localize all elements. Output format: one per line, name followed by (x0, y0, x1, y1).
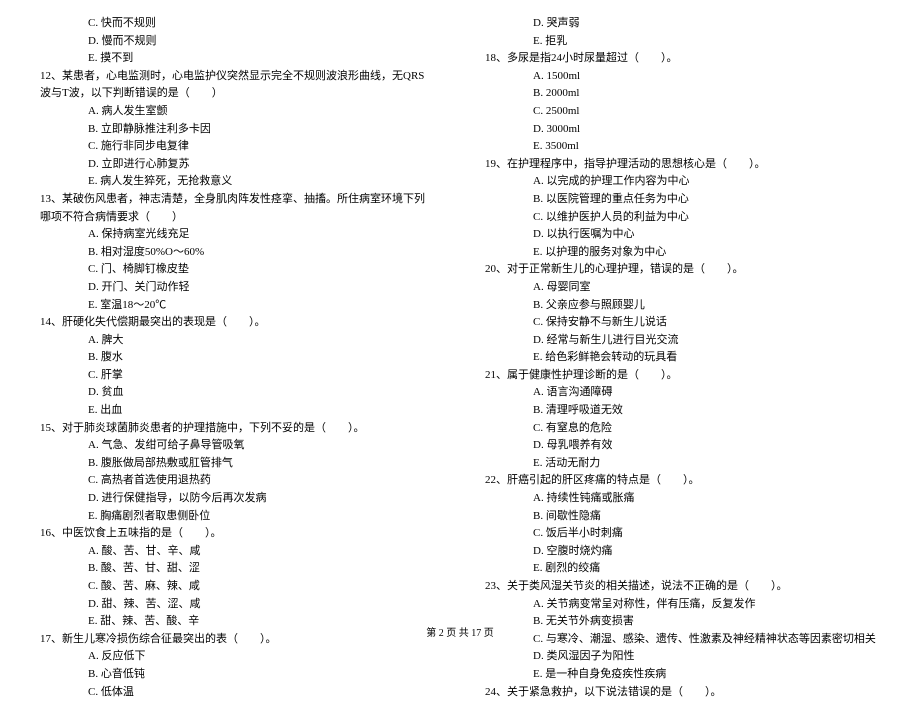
option-text: A. 持续性钝痛或胀痛 (485, 490, 880, 508)
question-text: 22、肝癌引起的肝区疼痛的特点是（ ）。 (485, 472, 880, 490)
question-text: 15、对于肺炎球菌肺炎患者的护理措施中，下列不妥的是（ ）。 (40, 420, 435, 438)
option-text: C. 有窒息的危险 (485, 420, 880, 438)
option-text: A. 关节病变常呈对称性，伴有压痛，反复发作 (485, 596, 880, 614)
option-text: B. 相对湿度50%O～60% (40, 244, 435, 262)
option-text: E. 出血 (40, 402, 435, 420)
option-text: E. 剧烈的绞痛 (485, 560, 880, 578)
option-text: E. 是一种自身免疫疾性疾病 (485, 666, 880, 684)
option-text: E. 摸不到 (40, 50, 435, 68)
option-text: E. 胸痛剧烈者取患侧卧位 (40, 508, 435, 526)
option-text: E. 活动无耐力 (485, 455, 880, 473)
question-text: 20、对于正常新生儿的心理护理，错误的是（ ）。 (485, 261, 880, 279)
option-text: B. 2000ml (485, 85, 880, 103)
option-text: B. 心音低钝 (40, 666, 435, 684)
option-text: E. 室温18～20℃ (40, 297, 435, 315)
option-text: C. 低体温 (40, 684, 435, 701)
option-text: B. 酸、苦、甘、甜、涩 (40, 560, 435, 578)
option-text: B. 立即静脉推注利多卡因 (40, 121, 435, 139)
option-text: E. 给色彩鲜艳会转动的玩具看 (485, 349, 880, 367)
question-text: 18、多尿是指24小时尿量超过（ ）。 (485, 50, 880, 68)
option-text: C. 保持安静不与新生儿说话 (485, 314, 880, 332)
option-text: D. 空腹时烧灼痛 (485, 543, 880, 561)
option-text: A. 1500ml (485, 68, 880, 86)
option-text: B. 清理呼吸道无效 (485, 402, 880, 420)
option-text: B. 腹水 (40, 349, 435, 367)
question-text: 16、中医饮食上五味指的是（ ）。 (40, 525, 435, 543)
option-text: C. 肝掌 (40, 367, 435, 385)
option-text: E. 病人发生猝死，无抢救意义 (40, 173, 435, 191)
option-text: D. 慢而不规则 (40, 33, 435, 51)
option-text: A. 保持病室光线充足 (40, 226, 435, 244)
option-text: E. 3500ml (485, 138, 880, 156)
option-text: E. 以护理的服务对象为中心 (485, 244, 880, 262)
option-text: C. 门、椅脚钉橡皮垫 (40, 261, 435, 279)
option-text: A. 病人发生室颤 (40, 103, 435, 121)
option-text: D. 进行保健指导，以防今后再次发病 (40, 490, 435, 508)
option-text: D. 贫血 (40, 384, 435, 402)
option-text: D. 甜、辣、苦、涩、咸 (40, 596, 435, 614)
option-text: C. 以维护医护人员的利益为中心 (485, 209, 880, 227)
option-text: D. 哭声弱 (485, 15, 880, 33)
option-text: D. 立即进行心肺复苏 (40, 156, 435, 174)
option-text: E. 拒乳 (485, 33, 880, 51)
question-text: 12、某患者，心电监测时，心电监护仪突然显示完全不规则波浪形曲线，无QRS波与T… (40, 68, 435, 103)
option-text: B. 父亲应参与照顾婴儿 (485, 297, 880, 315)
option-text: C. 快而不规则 (40, 15, 435, 33)
option-text: D. 开门、关门动作轻 (40, 279, 435, 297)
option-text: C. 2500ml (485, 103, 880, 121)
option-text: C. 饭后半小时刺痛 (485, 525, 880, 543)
option-text: C. 酸、苦、麻、辣、咸 (40, 578, 435, 596)
option-text: C. 施行非同步电复律 (40, 138, 435, 156)
question-text: 23、关于类风湿关节炎的相关描述，说法不正确的是（ ）。 (485, 578, 880, 596)
question-text: 19、在护理程序中，指导护理活动的思想核心是（ ）。 (485, 156, 880, 174)
option-text: D. 经常与新生儿进行目光交流 (485, 332, 880, 350)
option-text: D. 类风湿因子为阳性 (485, 648, 880, 666)
right-column: D. 哭声弱E. 拒乳18、多尿是指24小时尿量超过（ ）。A. 1500mlB… (485, 15, 880, 620)
option-text: A. 气急、发绀可给子鼻导管吸氧 (40, 437, 435, 455)
option-text: A. 母婴同室 (485, 279, 880, 297)
question-text: 14、肝硬化失代偿期最突出的表现是（ ）。 (40, 314, 435, 332)
option-text: C. 高热者首选使用退热药 (40, 472, 435, 490)
question-text: 13、某破伤风患者，神志清楚，全身肌肉阵发性痉挛、抽搐。所住病室环境下列哪项不符… (40, 191, 435, 226)
page-footer: 第 2 页 共 17 页 (0, 626, 920, 642)
option-text: A. 酸、苦、甘、辛、咸 (40, 543, 435, 561)
option-text: D. 以执行医嘱为中心 (485, 226, 880, 244)
option-text: B. 腹胀做局部热敷或肛管排气 (40, 455, 435, 473)
question-text: 24、关于紧急救护，以下说法错误的是（ ）。 (485, 684, 880, 701)
option-text: B. 以医院管理的重点任务为中心 (485, 191, 880, 209)
option-text: A. 脾大 (40, 332, 435, 350)
question-text: 21、属于健康性护理诊断的是（ ）。 (485, 367, 880, 385)
option-text: D. 3000ml (485, 121, 880, 139)
option-text: B. 间歇性隐痛 (485, 508, 880, 526)
left-column: C. 快而不规则D. 慢而不规则E. 摸不到12、某患者，心电监测时，心电监护仪… (40, 15, 435, 620)
option-text: D. 母乳喂养有效 (485, 437, 880, 455)
option-text: A. 以完成的护理工作内容为中心 (485, 173, 880, 191)
option-text: A. 语言沟通障碍 (485, 384, 880, 402)
option-text: A. 反应低下 (40, 648, 435, 666)
